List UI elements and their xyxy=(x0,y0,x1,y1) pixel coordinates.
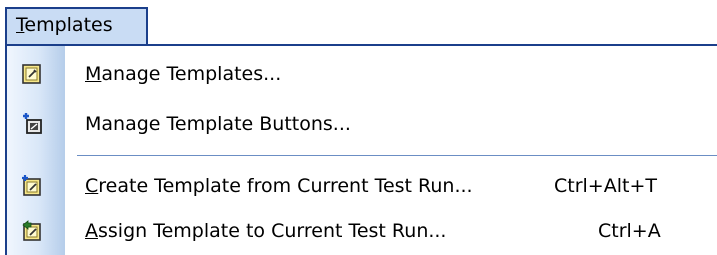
assign-template-icon xyxy=(20,219,44,243)
mnemonic-letter: M xyxy=(85,63,102,85)
menu-item-manage-templates[interactable]: Manage Templates... xyxy=(7,53,717,95)
menu-item-label: Manage Templates... xyxy=(85,53,281,95)
create-template-icon xyxy=(20,174,44,198)
menu-item-label: Assign Template to Current Test Run... xyxy=(85,210,446,252)
shortcut-ctrl-alt-t: Ctrl+Alt+T xyxy=(554,175,657,197)
screenshot-stage: Templates Manage Templates... Manage Tem… xyxy=(0,0,717,255)
template-button-icon xyxy=(20,112,44,136)
menu-separator xyxy=(77,155,717,156)
menu-templates-label: emplates xyxy=(24,14,113,36)
menu-templates[interactable]: Templates xyxy=(5,7,148,44)
label-text: anage Templates... xyxy=(101,63,282,85)
templates-dropdown: Manage Templates... Manage Template Butt… xyxy=(5,44,717,255)
menu-item-create-template[interactable]: Create Template from Current Test Run...… xyxy=(7,165,717,207)
menu-item-label: Create Template from Current Test Run... xyxy=(85,165,473,207)
menu-item-label: Manage Template Buttons... xyxy=(85,113,351,135)
shortcut-ctrl-a: Ctrl+A xyxy=(598,220,661,242)
template-document-icon xyxy=(20,62,44,86)
menu-item-manage-template-buttons[interactable]: Manage Template Buttons... xyxy=(7,103,717,145)
mnemonic-letter: A xyxy=(85,220,98,242)
menu-item-assign-template[interactable]: Assign Template to Current Test Run... C… xyxy=(7,210,717,252)
label-text: ssign Template to Current Test Run... xyxy=(98,220,447,242)
mnemonic-letter: C xyxy=(85,175,99,197)
label-text: reate Template from Current Test Run... xyxy=(98,175,473,197)
